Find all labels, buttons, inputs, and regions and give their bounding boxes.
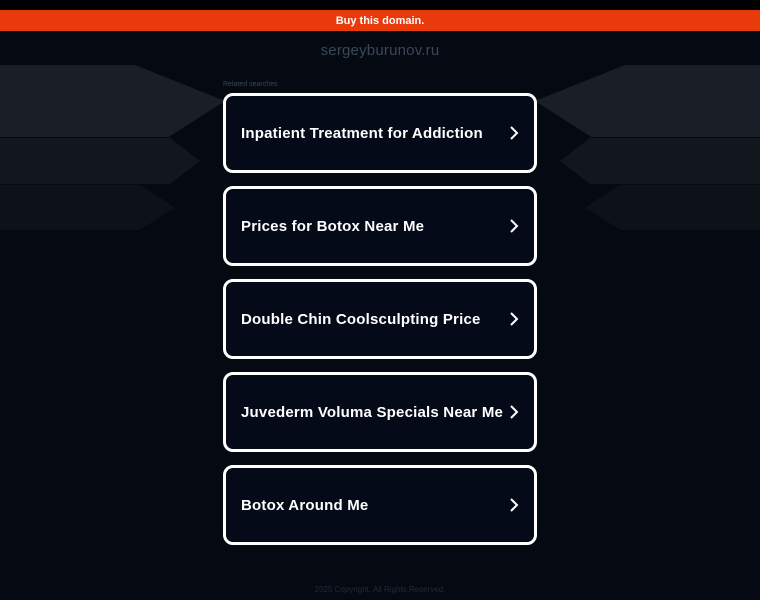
chevron-right-icon: [506, 497, 522, 513]
domain-name: sergeyburunov.ru: [320, 42, 440, 59]
buy-domain-link[interactable]: Buy this domain.: [336, 15, 425, 27]
related-link-label: Inpatient Treatment for Addiction: [241, 124, 483, 142]
chevron-right-icon: [506, 311, 522, 327]
related-searches-heading: Related searches: [223, 81, 278, 88]
related-link-label: Prices for Botox Near Me: [241, 217, 425, 235]
related-link-1[interactable]: Inpatient Treatment for Addiction: [223, 93, 537, 173]
related-link-3[interactable]: Double Chin Coolsculpting Price: [223, 279, 537, 359]
related-link-5[interactable]: Botox Around Me: [223, 465, 537, 545]
related-link-label: Double Chin Coolsculpting Price: [241, 310, 481, 328]
related-links-list: Inpatient Treatment for Addiction Prices…: [223, 93, 537, 558]
background-band-right-3: [585, 185, 760, 230]
related-link-label: Juvederm Voluma Specials Near Me: [241, 403, 504, 421]
page: Buy this domain. sergeyburunov.ru Relate…: [0, 0, 760, 600]
background-band-left-1: [0, 65, 225, 137]
chevron-right-icon: [506, 125, 522, 141]
related-link-2[interactable]: Prices for Botox Near Me: [223, 186, 537, 266]
background-band-left-2: [0, 138, 200, 184]
top-strip: [0, 0, 760, 10]
chevron-right-icon: [506, 218, 522, 234]
chevron-right-icon: [506, 404, 522, 420]
related-link-label: Botox Around Me: [241, 496, 369, 514]
footer-copyright: 2025 Copyright. All Rights Reserved.: [314, 585, 446, 594]
related-link-4[interactable]: Juvederm Voluma Specials Near Me: [223, 372, 537, 452]
background-band-left-3: [0, 185, 175, 230]
background-band-right-2: [560, 138, 760, 184]
background-band-right-1: [535, 65, 760, 137]
buy-domain-banner: Buy this domain.: [0, 10, 760, 31]
